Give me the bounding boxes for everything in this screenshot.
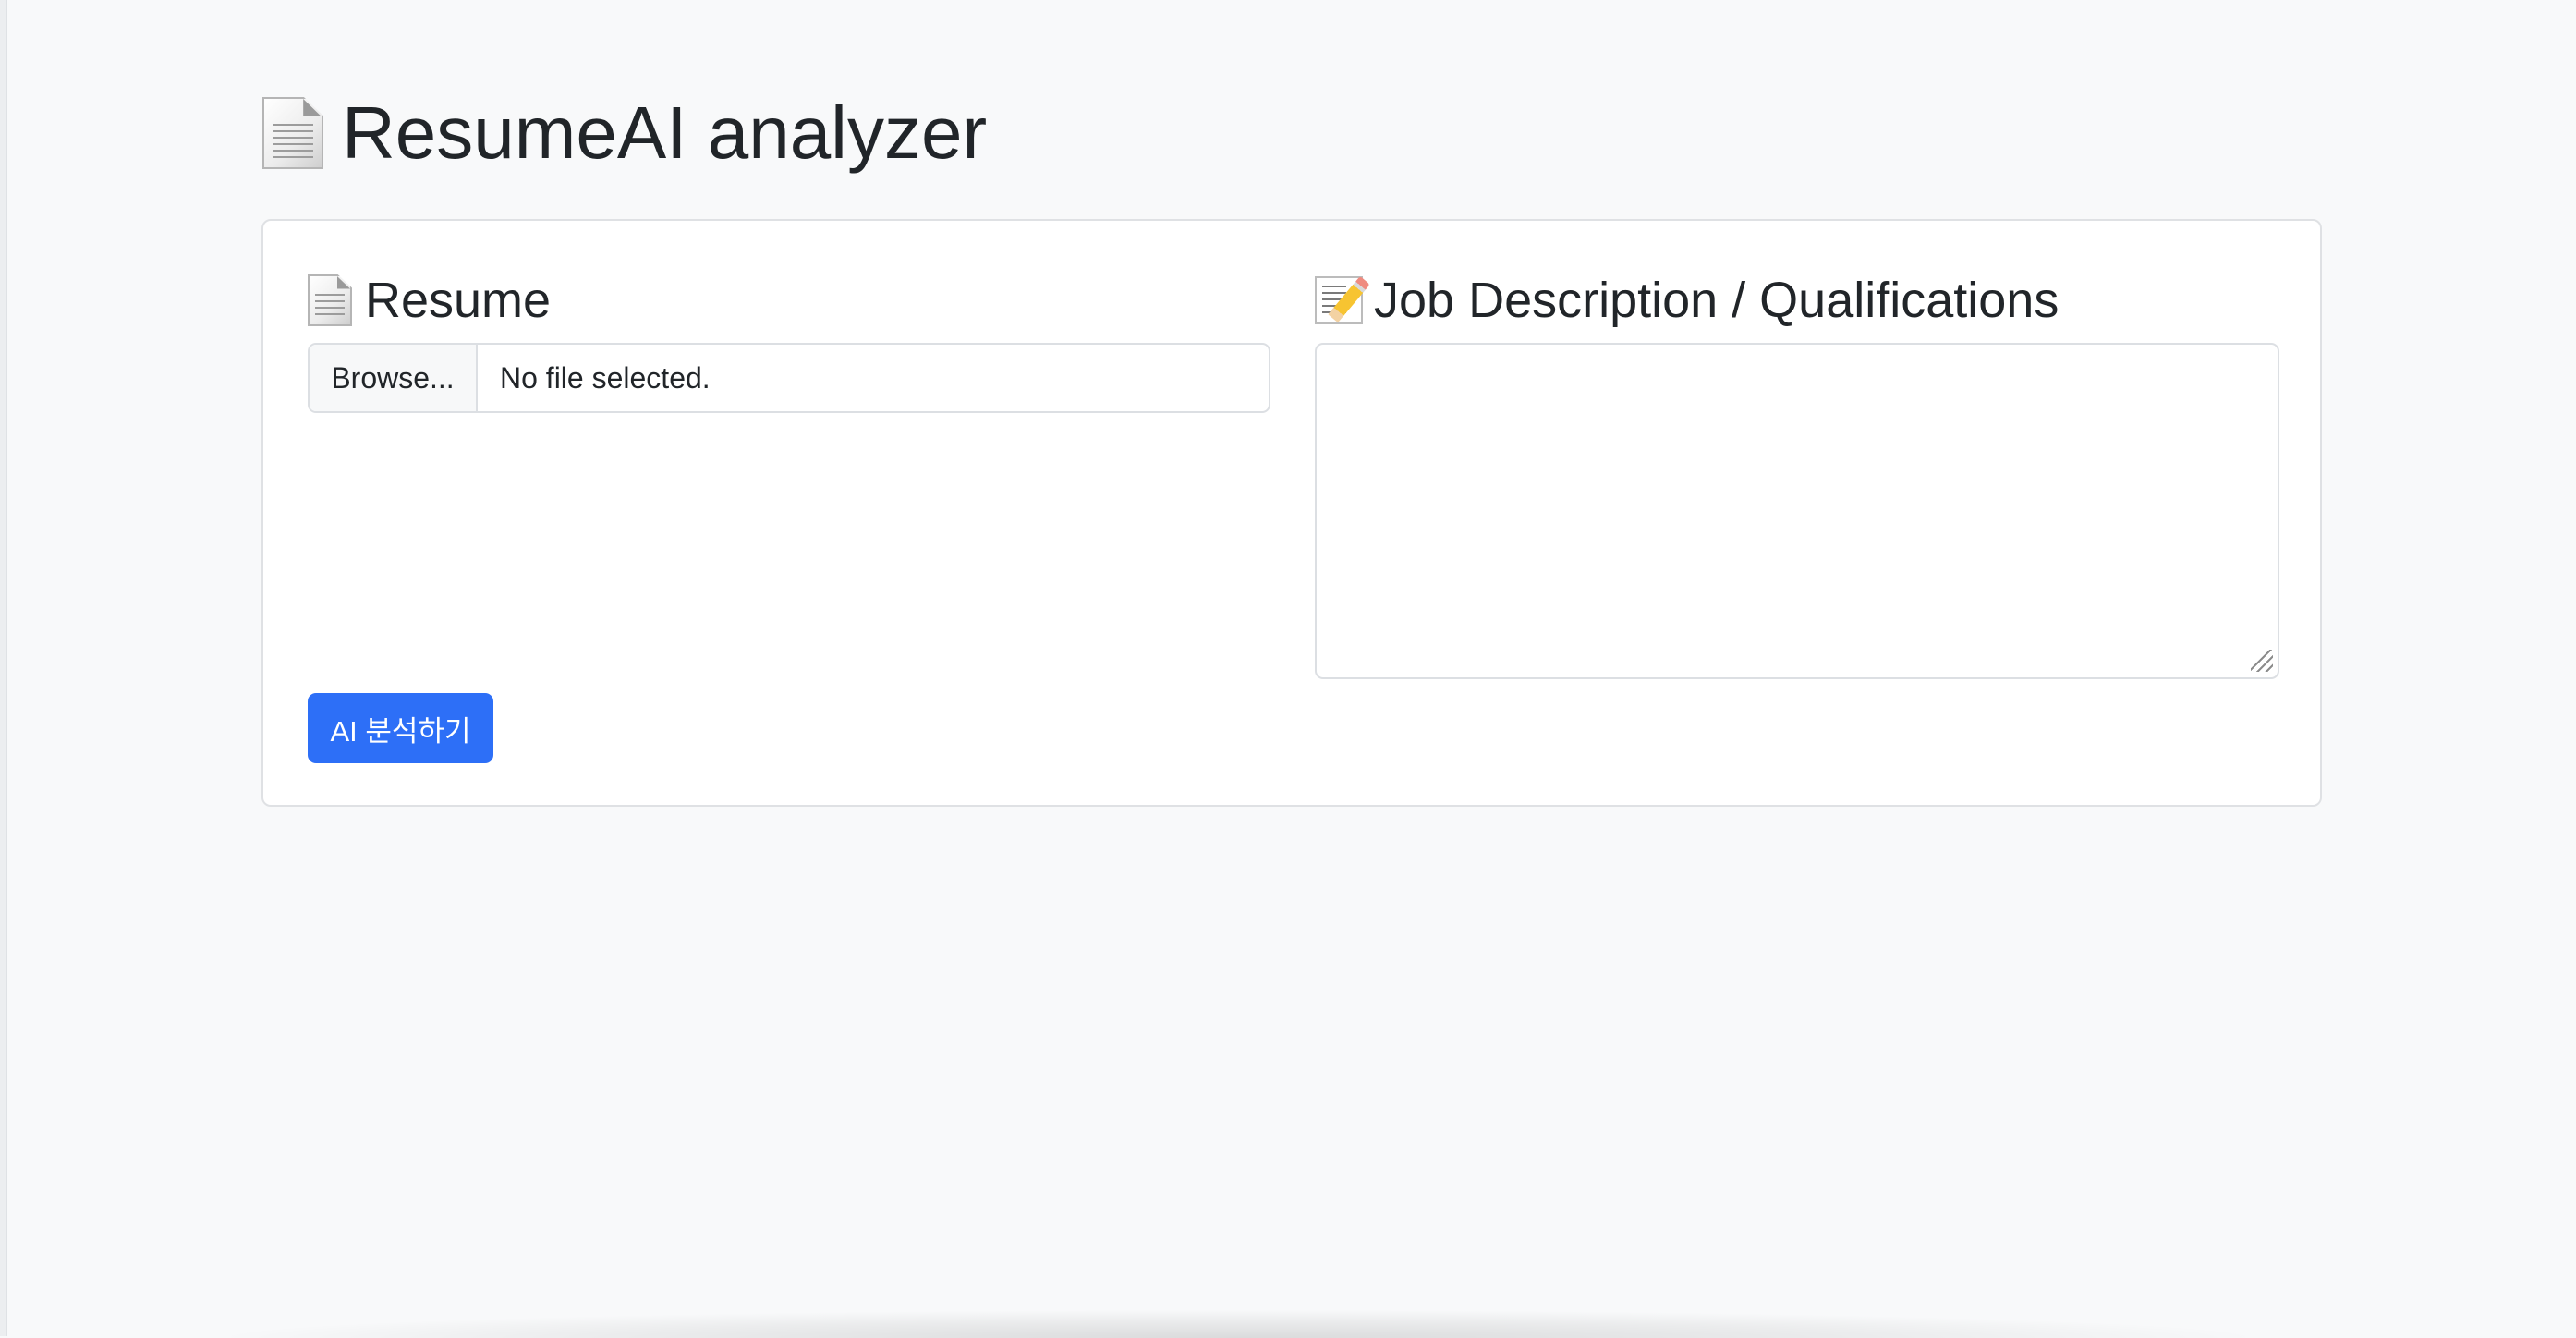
analyze-button[interactable]: AI 분석하기 xyxy=(308,693,493,763)
job-description-textarea[interactable] xyxy=(1315,343,2279,679)
resume-heading: Resume xyxy=(308,268,551,333)
resume-heading-text: Resume xyxy=(365,273,552,328)
page-title-text: ResumeAI analyzer xyxy=(342,91,988,174)
bottom-shadow xyxy=(231,1310,2245,1338)
page-title: ResumeAI analyzer xyxy=(262,85,987,181)
page-document-icon xyxy=(262,97,323,169)
job-description-heading: Job Description / Qualifications xyxy=(1315,268,2059,333)
browse-button[interactable]: Browse... xyxy=(310,345,478,411)
job-description-heading-text: Job Description / Qualifications xyxy=(1374,273,2060,328)
memo-pencil-icon xyxy=(1315,275,1370,324)
file-status-text: No file selected. xyxy=(500,360,711,395)
page-document-icon xyxy=(308,274,352,326)
window-left-edge xyxy=(0,0,7,1336)
resume-file-input[interactable]: Browse... No file selected. xyxy=(308,343,1270,413)
analyzer-card: Resume Browse... No file selected. Job D… xyxy=(261,219,2322,807)
